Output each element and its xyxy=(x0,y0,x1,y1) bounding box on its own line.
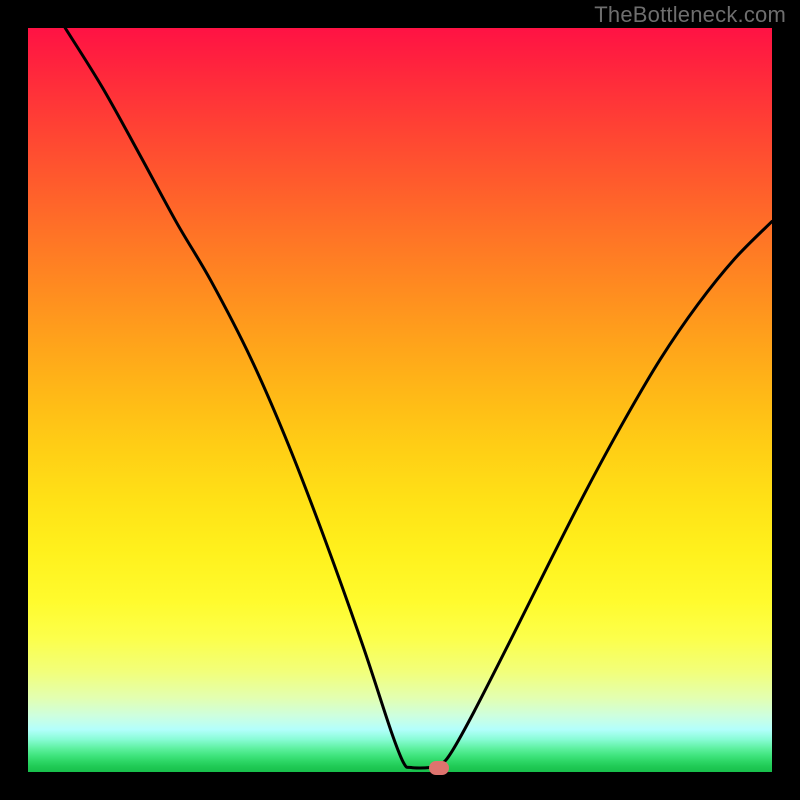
bottleneck-curve xyxy=(65,28,772,768)
curve-layer xyxy=(28,28,772,772)
plot-area xyxy=(28,28,772,772)
watermark-text: TheBottleneck.com xyxy=(594,2,786,28)
marker-dot xyxy=(429,761,449,775)
chart-frame: TheBottleneck.com xyxy=(0,0,800,800)
